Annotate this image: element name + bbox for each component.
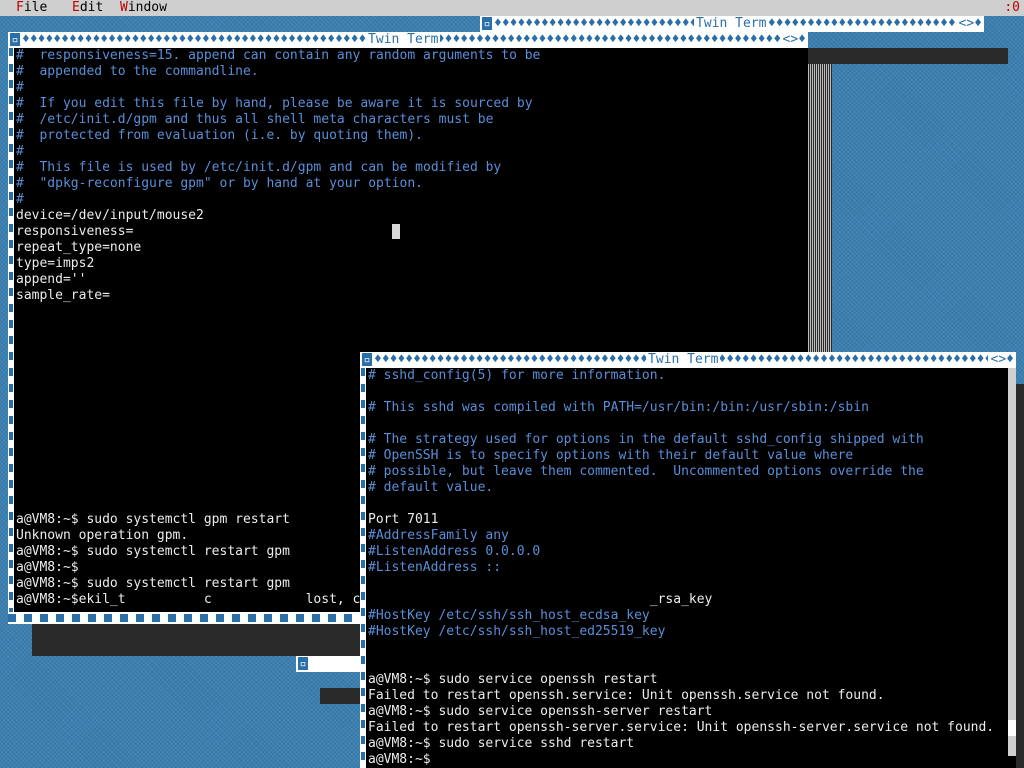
- resize-arrows-icon[interactable]: <>♦: [958, 16, 982, 32]
- window-titlebar[interactable]: ▫ ♦♦♦♦♦♦♦♦♦♦♦♦♦♦♦♦♦♦♦♦♦♦♦♦♦♦♦♦♦♦♦♦♦♦♦♦♦♦…: [8, 32, 808, 48]
- window-shadow: [320, 688, 362, 704]
- terminal-line: a@VM8:~$ sudo service sshd restart: [368, 736, 635, 751]
- terminal-line: # possible, but leave them commented. Un…: [368, 464, 924, 479]
- terminal-line: # This sshd was compiled with PATH=/usr/…: [368, 400, 869, 415]
- menu-file[interactable]: File: [16, 0, 47, 16]
- window-title: Twin Term: [366, 32, 441, 48]
- scrollbar-thumb[interactable]: [1008, 720, 1016, 736]
- window-shadow-dither: [808, 64, 832, 352]
- terminal-line: # OpenSSH is to specify options with the…: [368, 448, 854, 463]
- terminal-line: # protected from evaluation (i.e. by quo…: [16, 128, 423, 143]
- terminal-line: #HostKey /etc/ssh/ssh_host_ecdsa_key: [368, 608, 650, 623]
- terminal-line: #ListenAddress 0.0.0.0: [368, 544, 541, 559]
- terminal-line: Failed to restart openssh-server.service…: [368, 720, 995, 735]
- window-border-left: [8, 48, 14, 612]
- terminal-window-sshd[interactable]: ▫ ♦♦♦♦♦♦♦♦♦♦♦♦♦♦♦♦♦♦♦♦♦♦♦♦♦♦♦♦♦♦♦♦♦♦♦♦♦♦…: [360, 352, 1016, 768]
- terminal-line: a@VM8:~$ sudo service openssh-server res…: [368, 704, 713, 719]
- terminal-line: #ListenAddress ::: [368, 560, 502, 575]
- scrollbar-vertical[interactable]: [1008, 368, 1016, 756]
- terminal-line: sample_rate=: [16, 288, 110, 303]
- terminal-line: device=/dev/input/mouse2: [16, 208, 204, 223]
- terminal-line: #AddressFamily any: [368, 528, 509, 543]
- display-indicator: :0: [1004, 0, 1020, 15]
- window-titlebar[interactable]: ▫ ♦♦♦♦♦♦♦♦♦♦♦♦♦♦♦♦♦♦♦♦♦♦♦♦♦♦♦♦♦♦♦♦♦♦♦♦♦♦…: [360, 352, 1016, 368]
- terminal-line: #: [16, 192, 24, 207]
- window-title: Twin Term: [694, 16, 769, 32]
- terminal-line: # sshd_config(5) for more information.: [368, 368, 666, 383]
- terminal-line: # This file is used by /etc/init.d/gpm a…: [16, 160, 502, 175]
- terminal-line: # default value.: [368, 480, 494, 495]
- window-titlebar[interactable]: ▫ ♦♦♦♦♦♦♦♦♦♦♦♦♦♦♦♦♦♦♦♦♦♦♦♦♦♦♦♦♦♦♦♦♦♦♦♦♦♦…: [480, 16, 984, 32]
- terminal-line: # The strategy used for options in the d…: [368, 432, 924, 447]
- window-border-left: [360, 368, 366, 768]
- menu-window[interactable]: Window: [120, 0, 167, 16]
- resize-arrows-icon[interactable]: <>♦: [782, 32, 806, 48]
- terminal-line: # appended to the commandline.: [16, 64, 259, 79]
- terminal-window-back[interactable]: ▫ ♦♦♦♦♦♦♦♦♦♦♦♦♦♦♦♦♦♦♦♦♦♦♦♦♦♦♦♦♦♦♦♦♦♦♦♦♦♦…: [480, 16, 984, 32]
- terminal-line: # /etc/init.d/gpm and thus all shell met…: [16, 112, 494, 127]
- window-title: Twin Term: [646, 352, 721, 368]
- menu-edit[interactable]: Edit: [72, 0, 103, 16]
- terminal-line: type=imps2: [16, 256, 95, 271]
- terminal-line: # "dpkg-reconfigure gpm" or by hand at y…: [16, 176, 423, 191]
- terminal-line: append='': [16, 272, 87, 287]
- close-icon[interactable]: ▫: [482, 17, 492, 30]
- terminal-line: #HostKey /etc/ssh/ssh_host_ed25519_key: [368, 624, 666, 639]
- terminal-line: _rsa_key: [368, 592, 713, 607]
- resize-arrows-icon[interactable]: <>♦: [990, 352, 1014, 368]
- terminal-line: a@VM8:~$: [368, 752, 431, 767]
- window-shadow: [808, 48, 1008, 64]
- window-titlebar-stub[interactable]: ▫: [296, 656, 362, 672]
- terminal-line: #: [16, 80, 24, 95]
- terminal-content[interactable]: # sshd_config(5) for more information. # …: [368, 368, 994, 768]
- terminal-line: a@VM8:~$ sudo service openssh restart: [368, 672, 658, 687]
- terminal-line: #: [16, 144, 24, 159]
- menu-bar: File Edit Window :0: [0, 0, 1024, 16]
- close-icon[interactable]: ▫: [10, 33, 20, 46]
- terminal-line: Failed to restart openssh.service: Unit …: [368, 688, 885, 703]
- text-cursor: [392, 224, 400, 239]
- terminal-line: # responsiveness=15. append can contain …: [16, 48, 541, 63]
- terminal-line: Port 7011: [368, 512, 439, 527]
- close-icon[interactable]: ▫: [362, 353, 372, 366]
- close-icon[interactable]: ▫: [298, 657, 308, 670]
- terminal-line: # If you edit this file by hand, please …: [16, 96, 533, 111]
- terminal-line: repeat_type=none: [16, 240, 142, 255]
- terminal-line: responsiveness=: [16, 224, 134, 239]
